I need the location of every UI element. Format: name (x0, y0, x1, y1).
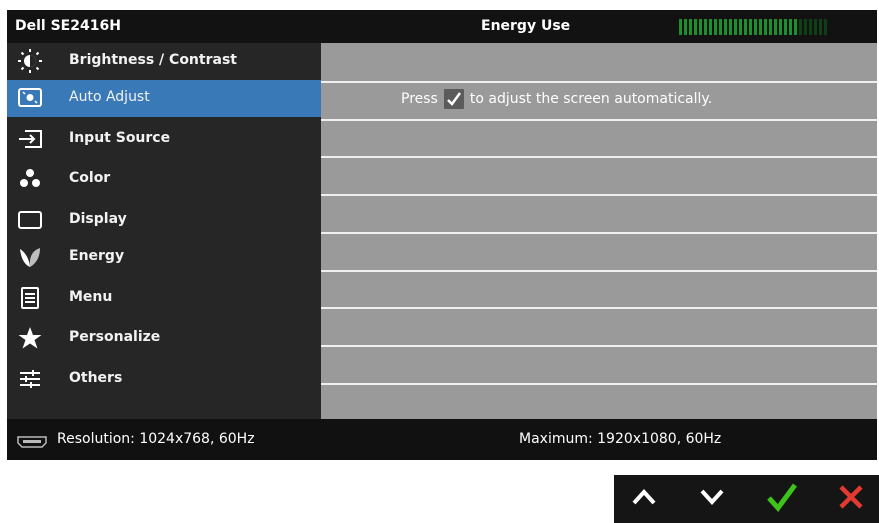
input-source-icon (17, 127, 43, 151)
others-icon (17, 367, 43, 391)
energy-meter-segment (704, 19, 707, 35)
menu-item-label: Personalize (69, 329, 161, 345)
auto-adjust-message: Press to adjust the screen automatically… (401, 89, 712, 109)
menu-item-personalize[interactable]: Personalize (7, 320, 321, 357)
energy-meter-segment (819, 19, 822, 35)
energy-meter-segment (679, 19, 682, 35)
menu-item-label: Auto Adjust (69, 89, 150, 105)
confirm-button[interactable] (752, 475, 812, 523)
energy-meter-segment (789, 19, 792, 35)
energy-use-meter (679, 19, 827, 35)
energy-meter-segment (689, 19, 692, 35)
menu-item-label: Energy (69, 248, 125, 264)
energy-meter-segment (744, 19, 747, 35)
energy-meter-segment (754, 19, 757, 35)
energy-meter-segment (779, 19, 782, 35)
current-resolution: Resolution: 1024x768, 60Hz (57, 431, 255, 447)
menu-item-input-source[interactable]: Input Source (7, 121, 321, 158)
menu-item-display[interactable]: Display (7, 202, 321, 239)
menu-item-brightness-contrast[interactable]: Brightness / Contrast (7, 43, 321, 80)
menu-item-label: Color (69, 170, 111, 186)
osd-header: Dell SE2416H Energy Use (7, 10, 877, 43)
energy-icon (17, 245, 43, 269)
message-prefix: Press (401, 91, 438, 107)
menu-item-label: Menu (69, 289, 113, 305)
energy-meter-segment (729, 19, 732, 35)
energy-meter-segment (699, 19, 702, 35)
energy-meter-segment (764, 19, 767, 35)
star-icon (17, 326, 43, 350)
down-arrow-icon (699, 488, 725, 510)
menu-item-label: Input Source (69, 130, 171, 146)
menu-item-others[interactable]: Others (7, 361, 321, 398)
energy-meter-segment (784, 19, 787, 35)
monitor-model: Dell SE2416H (15, 18, 121, 34)
energy-meter-segment (814, 19, 817, 35)
panel-divider (321, 270, 877, 272)
osd-footer: Resolution: 1024x768, 60Hz Maximum: 1920… (7, 419, 877, 460)
up-arrow-icon (631, 488, 657, 510)
energy-meter-segment (774, 19, 777, 35)
energy-meter-segment (804, 19, 807, 35)
submenu-panel: Press to adjust the screen automatically… (321, 43, 877, 419)
check-icon (443, 89, 464, 109)
exit-button[interactable] (821, 475, 879, 523)
osd-main-menu: Brightness / Contrast Auto Adjust Input … (7, 43, 321, 419)
energy-meter-segment (684, 19, 687, 35)
energy-meter-segment (709, 19, 712, 35)
energy-meter-segment (769, 19, 772, 35)
menu-item-menu[interactable]: Menu (7, 280, 321, 317)
message-suffix: to adjust the screen automatically. (469, 91, 713, 107)
brightness-icon (17, 49, 43, 73)
energy-use-label: Energy Use (481, 18, 571, 34)
hdmi-port-icon (17, 433, 47, 448)
osd-button-bar (614, 475, 879, 523)
menu-item-auto-adjust[interactable]: Auto Adjust (7, 80, 321, 117)
menu-item-label: Brightness / Contrast (69, 52, 237, 68)
energy-meter-segment (749, 19, 752, 35)
panel-divider (321, 156, 877, 158)
up-button[interactable] (614, 475, 674, 523)
energy-meter-segment (694, 19, 697, 35)
panel-divider (321, 194, 877, 196)
color-icon (17, 167, 43, 191)
panel-divider (321, 307, 877, 309)
energy-meter-segment (759, 19, 762, 35)
menu-item-energy[interactable]: Energy (7, 239, 321, 276)
energy-meter-segment (724, 19, 727, 35)
energy-meter-segment (824, 19, 827, 35)
panel-divider (321, 81, 877, 83)
menu-icon (17, 286, 43, 310)
energy-meter-segment (719, 19, 722, 35)
auto-adjust-icon (17, 86, 43, 110)
energy-meter-segment (734, 19, 737, 35)
menu-item-label: Others (69, 370, 123, 386)
down-button[interactable] (682, 475, 742, 523)
panel-divider (321, 383, 877, 385)
display-icon (17, 208, 43, 232)
panel-divider (321, 345, 877, 347)
check-icon (766, 482, 798, 516)
energy-meter-segment (714, 19, 717, 35)
monitor-osd: Dell SE2416H Energy Use Brightness / Con… (7, 10, 877, 460)
panel-divider (321, 119, 877, 121)
close-icon (838, 484, 864, 514)
menu-item-color[interactable]: Color (7, 161, 321, 198)
energy-meter-segment (809, 19, 812, 35)
energy-meter-segment (739, 19, 742, 35)
panel-divider (321, 232, 877, 234)
maximum-resolution: Maximum: 1920x1080, 60Hz (519, 431, 722, 447)
energy-meter-segment (794, 19, 797, 35)
energy-meter-segment (799, 19, 802, 35)
menu-item-label: Display (69, 211, 127, 227)
